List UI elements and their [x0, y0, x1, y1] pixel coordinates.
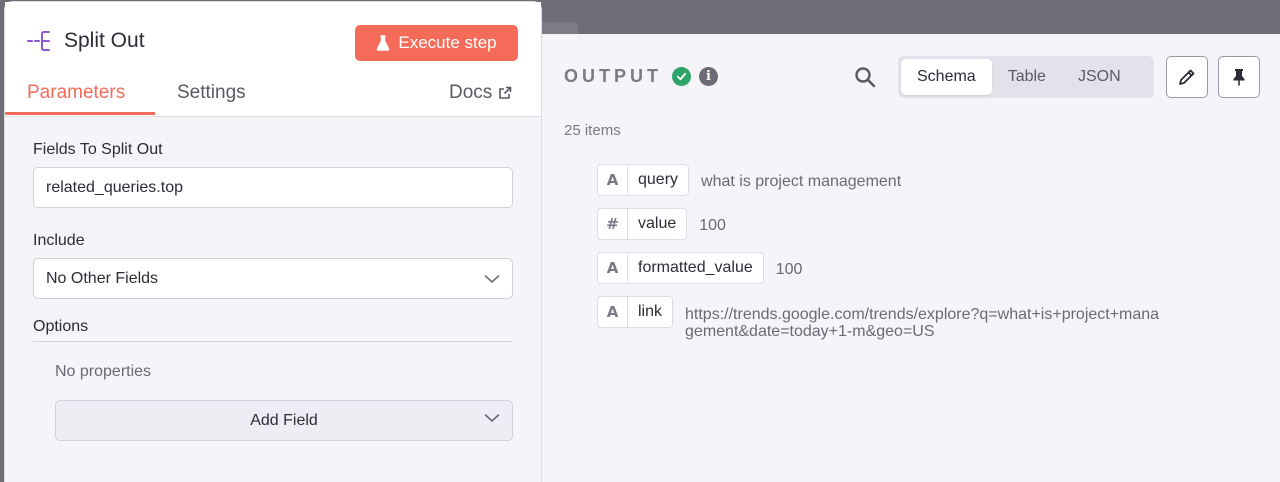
- info-icon[interactable]: i: [699, 67, 718, 86]
- docs-label: Docs: [449, 82, 493, 103]
- schema-row-value: # value 100: [597, 208, 726, 240]
- output-title: OUTPUT: [564, 66, 662, 86]
- items-count: 25 items: [564, 122, 621, 139]
- add-field-label: Add Field: [250, 411, 318, 429]
- schema-row-link: A link https://trends.google.com/trends/…: [597, 296, 1165, 340]
- string-type-icon: A: [597, 252, 627, 284]
- output-panel: OUTPUT i Schema Table JSON 25 items A qu…: [530, 34, 1280, 482]
- options-label: Options: [33, 318, 89, 335]
- pin-output-button[interactable]: [1218, 56, 1260, 98]
- schema-key[interactable]: link: [627, 296, 674, 328]
- fields-to-split-label: Fields To Split Out: [33, 141, 163, 158]
- parameters-body: Fields To Split Out Include No Other Fie…: [5, 116, 541, 482]
- include-label: Include: [33, 232, 85, 249]
- view-json-tab[interactable]: JSON: [1062, 59, 1137, 95]
- tab-parameters[interactable]: Parameters: [27, 82, 125, 104]
- tab-settings[interactable]: Settings: [177, 82, 246, 104]
- options-divider: [33, 341, 513, 342]
- output-header: OUTPUT i: [564, 66, 718, 87]
- schema-row-query: A query what is project management: [597, 164, 901, 196]
- chevron-down-icon: [484, 274, 500, 283]
- flask-icon: [377, 35, 390, 51]
- no-properties-text: No properties: [55, 363, 152, 380]
- edit-output-button[interactable]: [1166, 56, 1208, 98]
- include-selected-value: No Other Fields: [46, 269, 159, 287]
- node-parameters-panel: Split Out Execute step Parameters Settin…: [5, 2, 541, 482]
- schema-value: 100: [775, 261, 803, 278]
- number-type-icon: #: [597, 208, 627, 240]
- success-check-icon: [672, 67, 691, 86]
- external-link-icon: [499, 86, 512, 99]
- panel-header: Split Out Execute step Parameters Settin…: [5, 2, 541, 116]
- execute-step-button[interactable]: Execute step: [355, 25, 518, 61]
- schema-key[interactable]: query: [627, 164, 690, 196]
- split-out-icon: [27, 31, 50, 51]
- schema-value: https://trends.google.com/trends/explore…: [685, 306, 1160, 340]
- docs-link[interactable]: Docs: [449, 82, 512, 104]
- schema-key[interactable]: value: [627, 208, 688, 240]
- schema-row-formatted-value: A formatted_value 100: [597, 252, 802, 284]
- add-field-button[interactable]: Add Field: [55, 400, 513, 441]
- pencil-icon: [1179, 69, 1195, 85]
- schema-key[interactable]: formatted_value: [627, 252, 764, 284]
- string-type-icon: A: [597, 164, 627, 196]
- chevron-down-icon: [484, 414, 500, 422]
- schema-value: what is project management: [701, 173, 902, 190]
- search-icon[interactable]: [854, 66, 876, 88]
- view-table-tab[interactable]: Table: [992, 59, 1062, 95]
- include-select[interactable]: No Other Fields: [33, 258, 513, 299]
- string-type-icon: A: [597, 296, 627, 328]
- execute-step-label: Execute step: [398, 33, 497, 52]
- schema-value: 100: [699, 217, 726, 234]
- view-schema-tab[interactable]: Schema: [901, 59, 992, 95]
- pin-icon: [1233, 69, 1245, 86]
- active-tab-indicator: [5, 112, 155, 115]
- view-toggle: Schema Table JSON: [898, 56, 1154, 98]
- fields-to-split-input[interactable]: [33, 167, 513, 208]
- node-title: Split Out: [64, 29, 145, 52]
